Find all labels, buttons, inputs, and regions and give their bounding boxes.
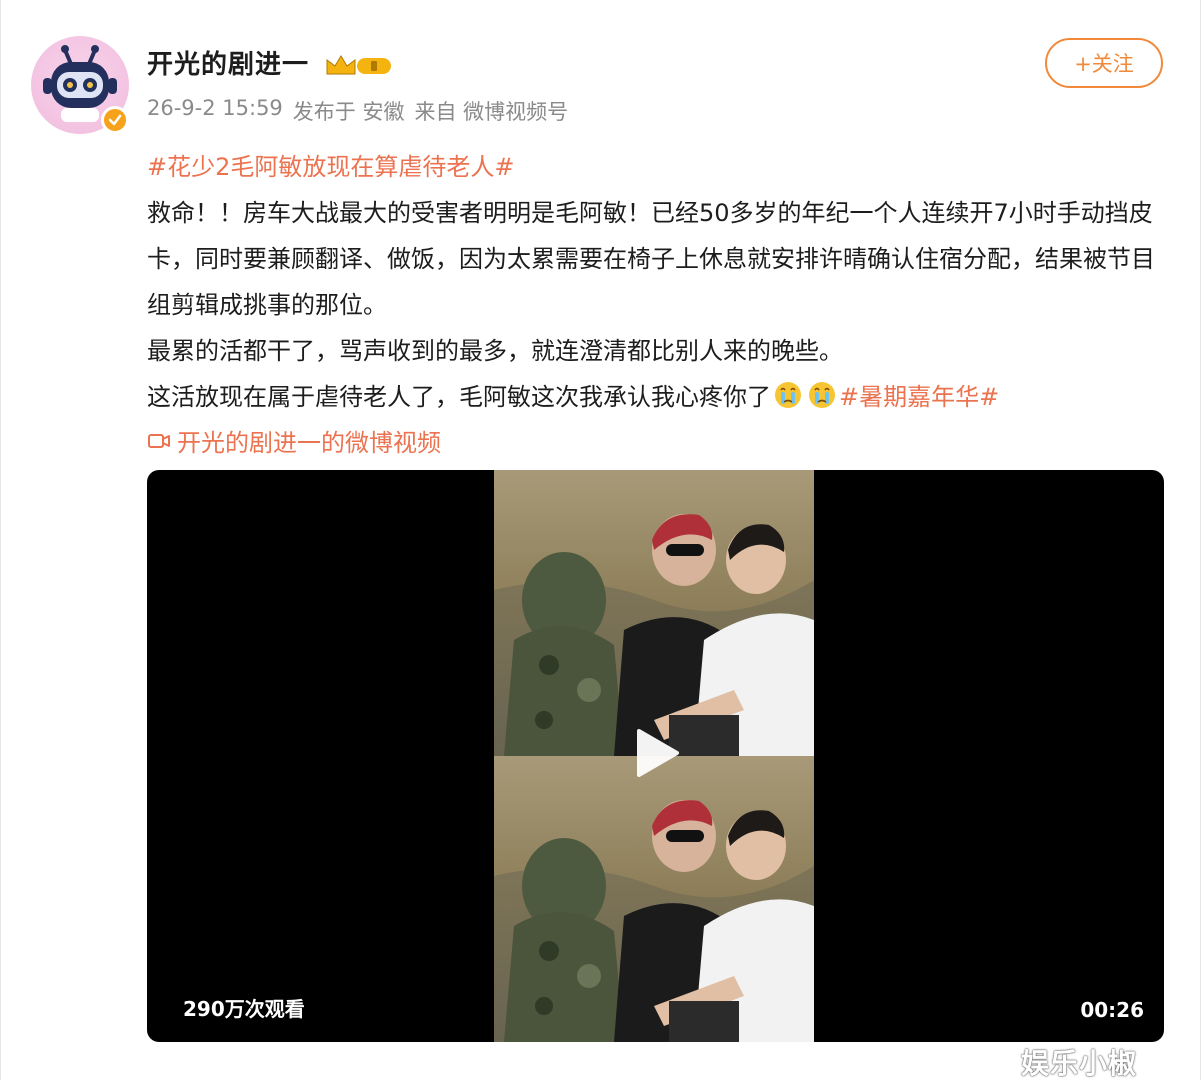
video-frame — [494, 756, 814, 1042]
weibo-post-card: 开光的剧进一 26-9-2 15:59 发布于 安徽 来自 微博视频号 +关注 … — [0, 0, 1201, 1080]
topic-link[interactable]: #暑期嘉年华# — [839, 383, 999, 411]
follow-button-label: +关注 — [1074, 52, 1134, 76]
post-text: #花少2毛阿敏放现在算虐待老人# 救命！！房车大战最大的受害者明明是毛阿敏！已经… — [147, 144, 1167, 466]
play-icon[interactable] — [625, 723, 685, 783]
video-frame — [494, 470, 814, 756]
video-link-label: 开光的剧进一的微博视频 — [177, 429, 441, 457]
post-time[interactable]: 26-9-2 15:59 — [147, 96, 283, 126]
watermark: 娱乐小椒 — [1021, 1047, 1138, 1080]
crown-icon — [323, 52, 395, 78]
topic-link[interactable]: #花少2毛阿敏放现在算虐待老人# — [147, 153, 515, 181]
post-location: 发布于 安徽 — [292, 100, 405, 124]
video-link[interactable]: 开光的剧进一的微博视频 — [147, 420, 441, 466]
video-player[interactable]: 290万次观看 00:26 — [147, 470, 1164, 1042]
post-paragraph-1: 救命！！房车大战最大的受害者明明是毛阿敏！已经50多岁的年纪一个人连续开7小时手… — [147, 199, 1155, 319]
view-count: 290万次观看 — [183, 997, 305, 1021]
post-paragraph-2: 最累的活都干了，骂声收到的最多，就连澄清都比别人来的晚些。 — [147, 337, 843, 365]
crying-emoji-icon — [807, 379, 837, 409]
verified-badge-icon — [101, 106, 129, 134]
username[interactable]: 开光的剧进一 — [147, 44, 309, 81]
video-camera-icon — [147, 420, 171, 466]
post-source[interactable]: 来自 微博视频号 — [414, 96, 568, 126]
post-meta: 26-9-2 15:59 发布于 安徽 来自 微博视频号 — [147, 96, 568, 126]
crying-emoji-icon — [773, 379, 803, 409]
follow-button[interactable]: +关注 — [1045, 38, 1163, 88]
video-duration: 00:26 — [1080, 998, 1144, 1022]
post-paragraph-3: 这活放现在属于虐待老人了，毛阿敏这次我承认我心疼你了 — [147, 383, 771, 411]
